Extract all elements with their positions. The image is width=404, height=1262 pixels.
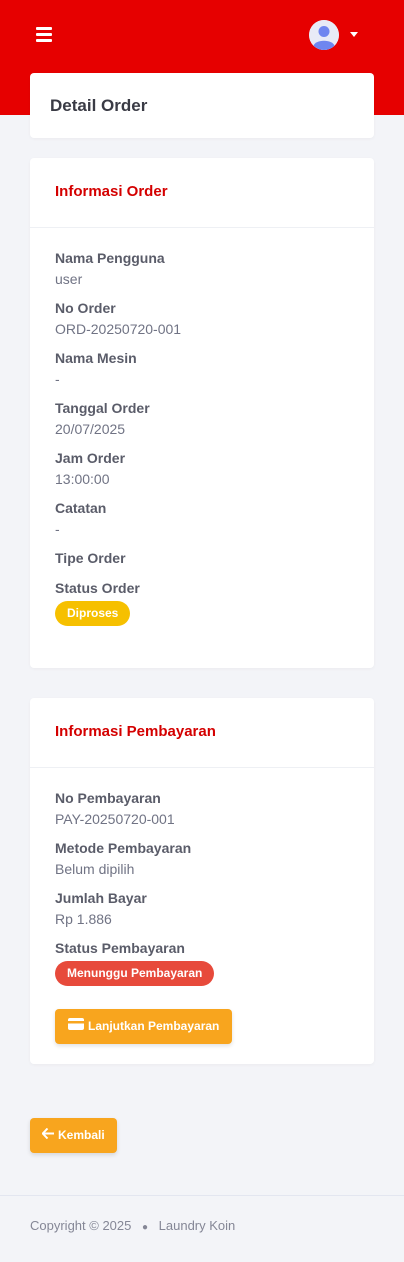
field-status-order: Status Order Diproses <box>55 580 349 630</box>
field-status-pembayaran: Status Pembayaran Menunggu Pembayaran <box>55 940 349 990</box>
field-no-pembayaran: No Pembayaran PAY-20250720-001 <box>55 790 349 840</box>
field-tipe-order: Tipe Order <box>55 550 349 580</box>
field-metode-pembayaran: Metode Pembayaran Belum dipilih <box>55 840 349 890</box>
field-value: 20/07/2025 <box>55 421 126 437</box>
field-tanggal-order: Tanggal Order 20/07/2025 <box>55 400 349 450</box>
field-label: No Order <box>55 300 116 316</box>
user-avatar-icon[interactable] <box>309 20 339 50</box>
field-value: Rp 1.886 <box>55 911 112 927</box>
field-label: Tipe Order <box>55 550 126 566</box>
field-value: 13:00:00 <box>55 471 110 487</box>
field-jam-order: Jam Order 13:00:00 <box>55 450 349 500</box>
order-info-title: Informasi Order <box>55 183 168 200</box>
payment-info-header: Informasi Pembayaran <box>30 698 374 768</box>
field-no-order: No Order ORD-20250720-001 <box>55 300 349 350</box>
field-nama-pengguna: Nama Pengguna user <box>55 250 349 300</box>
field-label: Catatan <box>55 500 107 516</box>
field-label: Tanggal Order <box>55 400 150 416</box>
hamburger-menu-icon[interactable] <box>36 27 52 43</box>
field-value: - <box>55 521 60 537</box>
payment-info-card: Informasi Pembayaran No Pembayaran PAY-2… <box>30 698 374 1064</box>
field-label: Status Order <box>55 580 140 596</box>
back-button[interactable]: Kembali <box>30 1118 117 1153</box>
continue-payment-label: Lanjutkan Pembayaran <box>88 1019 220 1033</box>
payment-info-title: Informasi Pembayaran <box>55 723 216 740</box>
footer-separator: ● <box>141 1222 149 1233</box>
copyright-text: Copyright © 2025 <box>30 1218 132 1233</box>
field-label: Nama Mesin <box>55 350 137 366</box>
field-label: No Pembayaran <box>55 790 161 806</box>
field-value: Belum dipilih <box>55 861 135 877</box>
field-value: - <box>55 371 60 387</box>
field-value: ORD-20250720-001 <box>55 321 182 337</box>
footer-brand: Laundry Koin <box>158 1218 236 1233</box>
order-info-card: Informasi Order Nama Pengguna user No Or… <box>30 158 374 668</box>
field-label: Jumlah Bayar <box>55 890 147 906</box>
field-nama-mesin: Nama Mesin - <box>55 350 349 400</box>
credit-card-icon <box>68 1009 84 1044</box>
field-label: Nama Pengguna <box>55 250 165 266</box>
arrow-left-icon <box>41 1118 54 1153</box>
field-label: Jam Order <box>55 450 126 466</box>
payment-status-badge: Menunggu Pembayaran <box>55 961 215 986</box>
order-info-header: Informasi Order <box>30 158 374 228</box>
page-title: Detail Order <box>50 96 148 115</box>
field-value: PAY-20250720-001 <box>55 811 175 827</box>
field-label: Status Pembayaran <box>55 940 185 956</box>
caret-down-icon[interactable] <box>350 32 358 37</box>
page-title-card: Detail Order <box>30 73 374 138</box>
field-catatan: Catatan - <box>55 500 349 550</box>
footer: Copyright © 2025 ● Laundry Koin <box>0 1195 404 1262</box>
status-badge: Diproses <box>55 601 131 626</box>
back-label: Kembali <box>58 1128 105 1142</box>
field-jumlah-bayar: Jumlah Bayar Rp 1.886 <box>55 890 349 940</box>
field-value: user <box>55 271 83 287</box>
field-label: Metode Pembayaran <box>55 840 192 856</box>
footer-text: Copyright © 2025 ● Laundry Koin <box>30 1218 235 1233</box>
continue-payment-button[interactable]: Lanjutkan Pembayaran <box>55 1009 233 1044</box>
